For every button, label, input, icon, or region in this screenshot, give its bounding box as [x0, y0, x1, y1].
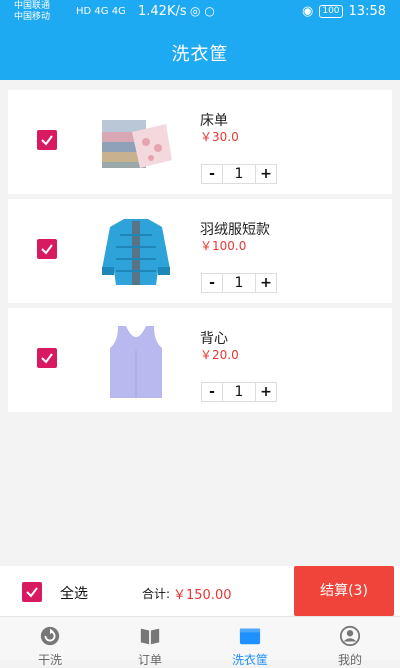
decrease-button[interactable]: -: [202, 383, 222, 401]
increase-button[interactable]: +: [256, 274, 276, 292]
notification-icons: ◎ ○: [190, 4, 215, 18]
check-icon: [41, 244, 53, 255]
checkout-bar: 全选 合计: ￥150.00 结算(3): [0, 566, 400, 616]
total-label: 合计:: [142, 587, 171, 601]
wechat-icon: ◎: [190, 4, 201, 18]
quantity-value[interactable]: 1: [222, 165, 256, 183]
quantity-stepper: - 1 +: [201, 273, 277, 293]
quantity-value[interactable]: 1: [222, 383, 256, 401]
item-price: ￥30.0: [200, 130, 239, 144]
increase-button[interactable]: +: [256, 383, 276, 401]
item-price: ￥20.0: [200, 348, 239, 362]
item-checkbox[interactable]: [37, 348, 57, 368]
battery-icon: 100: [319, 5, 343, 18]
book-icon: [140, 628, 160, 645]
page-title: 洗衣筐: [171, 44, 229, 65]
refresh-icon: [40, 626, 60, 646]
vest-image: [96, 320, 176, 400]
check-icon: [41, 353, 53, 364]
decrease-button[interactable]: -: [202, 165, 222, 183]
total-value: ￥150.00: [173, 588, 232, 603]
ring-icon: ○: [204, 4, 215, 18]
network-speed: 1.42K/s: [138, 4, 187, 19]
carrier-info: 中国联通 中国移动: [14, 1, 50, 23]
clock: 13:58: [348, 4, 386, 19]
tab-orders[interactable]: 订单: [100, 617, 200, 667]
item-name: 床单: [200, 113, 228, 129]
cart-item: 床单 ￥30.0 - 1 +: [8, 90, 392, 194]
signal-icon: HD 4G 4G: [76, 6, 126, 17]
carrier-1: 中国联通: [14, 1, 51, 11]
select-all-label[interactable]: 全选: [60, 583, 88, 603]
eye-icon: ◉: [302, 4, 314, 19]
check-icon: [26, 587, 38, 598]
cart-list: 床单 ￥30.0 - 1 + 羽绒服短款 ￥100.0 - 1 + 背心 ￥20…: [8, 90, 392, 417]
increase-button[interactable]: +: [256, 165, 276, 183]
quantity-stepper: - 1 +: [201, 164, 277, 184]
item-name: 背心: [200, 331, 228, 347]
item-price: ￥100.0: [200, 239, 247, 253]
checkout-button[interactable]: 结算(3): [294, 566, 394, 616]
decrease-button[interactable]: -: [202, 274, 222, 292]
quantity-stepper: - 1 +: [201, 382, 277, 402]
tab-dry-clean[interactable]: 干洗: [0, 617, 100, 667]
carrier-2: 中国移动: [14, 12, 51, 22]
tab-profile[interactable]: 我的: [300, 617, 400, 667]
bedsheet-image: [96, 102, 176, 182]
select-all-checkbox[interactable]: [22, 582, 42, 602]
quantity-value[interactable]: 1: [222, 274, 256, 292]
item-checkbox[interactable]: [37, 239, 57, 259]
status-bar: 中国联通 中国移动 HD 4G 4G 1.42K/s ◎ ○ ◉ 100 13:…: [0, 0, 400, 24]
down-jacket-image: [96, 211, 176, 291]
item-name: 羽绒服短款: [200, 222, 270, 238]
user-icon: [339, 625, 361, 647]
status-right: ◉ 100 13:58: [302, 4, 386, 19]
bottom-tabbar: 干洗 订单 洗衣筐 我的: [0, 616, 400, 667]
check-icon: [41, 135, 53, 146]
item-checkbox[interactable]: [37, 130, 57, 150]
tab-basket[interactable]: 洗衣筐: [200, 617, 300, 667]
basket-icon: [239, 628, 261, 645]
app-header: 中国联通 中国移动 HD 4G 4G 1.42K/s ◎ ○ ◉ 100 13:…: [0, 0, 400, 80]
cart-item: 背心 ￥20.0 - 1 +: [8, 308, 392, 412]
cart-item: 羽绒服短款 ￥100.0 - 1 +: [8, 199, 392, 303]
